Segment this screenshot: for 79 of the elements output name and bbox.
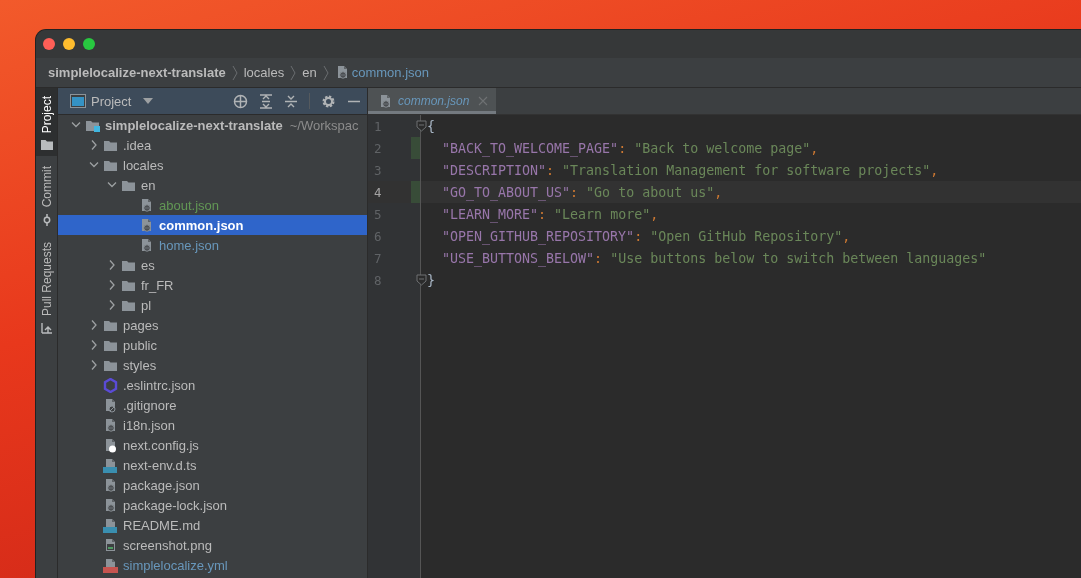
file-icon — [103, 397, 118, 413]
folder-icon — [85, 118, 100, 132]
file-icon — [103, 497, 118, 513]
folder-icon — [103, 158, 118, 172]
file-icon — [103, 517, 118, 533]
code-line: "OPEN_GITHUB_REPOSITORY": "Open GitHub Repository", — [441, 228, 851, 244]
code-line: "DESCRIPTION": "Translation Management for software projects", — [441, 162, 939, 178]
tree-item[interactable]: README.md — [58, 515, 367, 535]
code-line: "LEARN_MORE": "Learn more", — [441, 206, 659, 222]
tree-item[interactable]: package-lock.json — [58, 495, 367, 515]
breadcrumb-item[interactable]: en — [302, 65, 317, 80]
folder-icon — [103, 138, 118, 152]
tree-item[interactable]: next-env.d.ts — [58, 455, 367, 475]
ring-icon — [103, 377, 118, 393]
tree-item[interactable]: home.json — [58, 235, 367, 255]
line-number: 4 — [373, 184, 382, 200]
folder-icon — [103, 318, 118, 332]
tree-item[interactable]: .gitignore — [58, 395, 367, 415]
file-icon — [378, 93, 393, 109]
separator-icon — [230, 64, 239, 81]
tree-item[interactable]: simplelocalize.yml — [58, 555, 367, 575]
folder-icon — [103, 338, 118, 352]
tree-item[interactable]: screenshot.png — [58, 535, 367, 555]
minimize-button[interactable] — [63, 38, 75, 50]
folder-icon — [121, 178, 136, 192]
expand-all-icon[interactable] — [259, 93, 273, 109]
pull-request-icon — [40, 321, 53, 334]
breadcrumb-item[interactable]: simplelocalize-next-translate — [48, 65, 226, 80]
tree-item[interactable]: public — [58, 335, 367, 355]
separator-icon — [321, 64, 330, 81]
folder-icon — [103, 358, 118, 372]
tree-item[interactable]: common.json — [58, 215, 367, 235]
tree-item[interactable]: package.json — [58, 475, 367, 495]
tree-item[interactable]: .eslintrc.json — [58, 375, 367, 395]
folder-icon — [40, 139, 53, 151]
separator-icon — [289, 64, 298, 81]
window-icon — [70, 94, 86, 108]
folder-icon — [121, 278, 136, 292]
code-line: "USE_BUTTONS_BELOW": "Use buttons below to switch between languages" — [441, 250, 987, 266]
tree-item[interactable]: next.config.js — [58, 435, 367, 455]
settings-icon[interactable] — [321, 93, 336, 109]
tree-item[interactable]: en — [58, 175, 367, 195]
code-line: "GO_TO_ABOUT_US": "Go to about us", — [441, 184, 723, 200]
code-line: "BACK_TO_WELCOME_PAGE": "Back to welcome page", — [441, 140, 819, 156]
file-icon — [103, 457, 118, 473]
tool-window-tab[interactable]: Pull Requests — [36, 233, 57, 340]
tree-item[interactable]: .idea — [58, 135, 367, 155]
tree-item[interactable]: es — [58, 255, 367, 275]
tree-item[interactable]: locales — [58, 155, 367, 175]
tool-window-tab[interactable]: Project — [36, 88, 57, 157]
image-file-icon — [103, 537, 118, 553]
tool-window-tab[interactable]: Commit — [36, 158, 57, 232]
file-icon — [139, 197, 154, 213]
locate-icon[interactable] — [233, 93, 248, 109]
tree-item[interactable]: fr_FR — [58, 275, 367, 295]
breadcrumb-item[interactable]: common.json — [334, 65, 429, 80]
zoom-button[interactable] — [83, 38, 95, 50]
caret-icon — [143, 98, 154, 104]
tree-item[interactable]: pl — [58, 295, 367, 315]
file-icon — [103, 417, 118, 433]
breadcrumb-item[interactable]: locales — [243, 65, 285, 80]
view-selector[interactable]: Project — [91, 93, 154, 109]
code-line: } — [427, 272, 435, 288]
file-icon — [139, 217, 154, 233]
project-path: ~/Workspac — [289, 117, 359, 133]
folder-icon — [121, 298, 136, 312]
folder-icon — [121, 258, 136, 272]
tree-item[interactable]: pages — [58, 315, 367, 335]
tree-item[interactable]: about.json — [58, 195, 367, 215]
tree-item[interactable]: simplelocalize-next-translate ~/Workspac — [58, 115, 367, 135]
tree-item[interactable]: styles — [58, 355, 367, 375]
file-icon — [103, 477, 118, 493]
code-line: { — [427, 118, 435, 134]
file-icon — [103, 437, 118, 453]
collapse-all-icon[interactable] — [284, 93, 298, 109]
tree-item[interactable]: i18n.json — [58, 415, 367, 435]
file-icon — [139, 237, 154, 253]
close-button[interactable] — [43, 38, 55, 50]
file-icon — [103, 557, 118, 573]
